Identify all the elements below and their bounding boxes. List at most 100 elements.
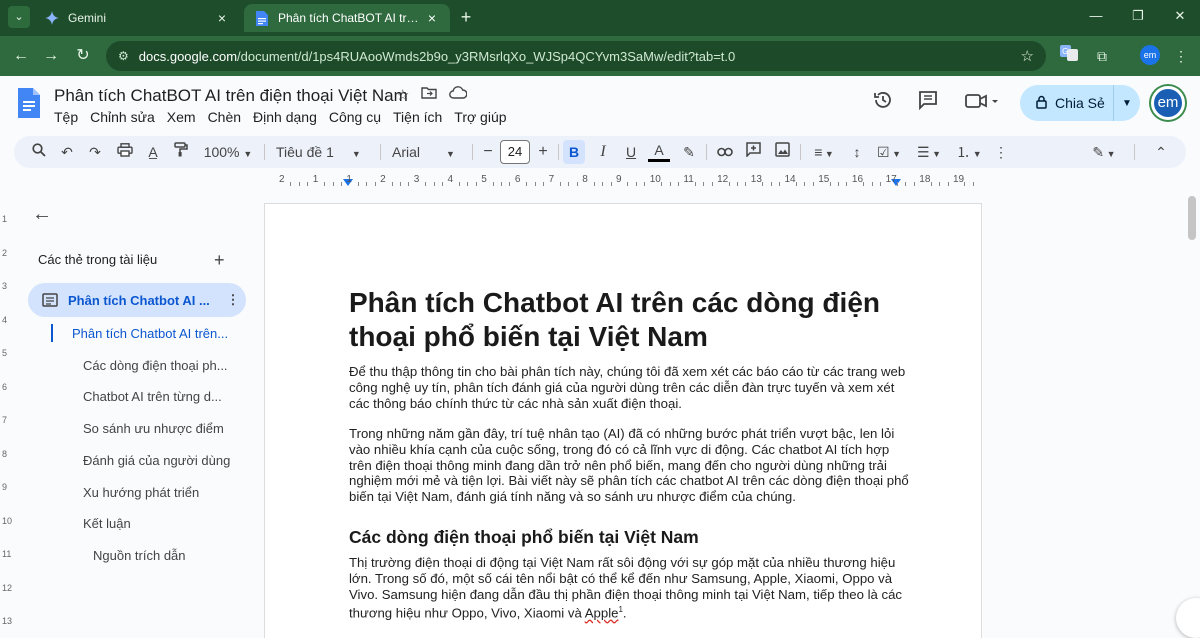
checklist-select[interactable]: ☑ ▼ bbox=[872, 140, 906, 164]
menu-extensions[interactable]: Tiện ích bbox=[393, 109, 442, 125]
ruler-tick bbox=[408, 182, 410, 186]
menu-edit[interactable]: Chỉnh sửa bbox=[90, 109, 155, 125]
ruler-tick bbox=[812, 182, 814, 186]
chevron-up-icon[interactable]: ⌃ bbox=[1150, 140, 1172, 164]
spell-check-icon[interactable]: A̲ bbox=[142, 140, 164, 164]
close-icon[interactable]: × bbox=[424, 10, 440, 26]
ruler-tick bbox=[694, 182, 696, 186]
reload-icon[interactable]: ↻ bbox=[72, 45, 94, 67]
menu-help[interactable]: Trợ giúp bbox=[454, 109, 506, 125]
ruler-tick bbox=[602, 182, 604, 186]
chevron-down-icon[interactable]: ▼ bbox=[1114, 98, 1140, 109]
italic-button[interactable]: I bbox=[592, 140, 614, 164]
scrollbar-thumb[interactable] bbox=[1188, 196, 1196, 240]
cloud-saved-icon[interactable] bbox=[449, 86, 468, 104]
tab-options-icon[interactable]: ⋮ bbox=[220, 292, 246, 308]
restore-icon[interactable]: ❐ bbox=[1118, 8, 1158, 24]
ruler-tick bbox=[736, 182, 738, 186]
paint-format-icon[interactable] bbox=[170, 140, 192, 164]
move-folder-icon[interactable] bbox=[421, 86, 438, 104]
google-docs-logo[interactable] bbox=[18, 88, 40, 118]
undo-icon[interactable]: ↶ bbox=[56, 140, 78, 164]
explore-button[interactable] bbox=[1176, 598, 1200, 638]
search-icon[interactable] bbox=[28, 140, 50, 164]
menu-view[interactable]: Xem bbox=[167, 109, 196, 125]
paragraph[interactable]: Để thu thập thông tin cho bài phân tích … bbox=[349, 364, 909, 411]
outline-item[interactable]: Chatbot AI trên từng d... bbox=[83, 389, 222, 404]
document-tab[interactable]: Phân tích Chatbot AI ... ⋮ bbox=[28, 283, 246, 317]
heading-2[interactable]: Các dòng điện thoại phổ biến tại Việt Na… bbox=[349, 527, 699, 548]
add-tab-icon[interactable]: + bbox=[214, 250, 225, 271]
meet-video-icon[interactable] bbox=[962, 90, 1002, 116]
outline-item[interactable]: Xu hướng phát triển bbox=[83, 485, 199, 500]
ruler-tick bbox=[399, 182, 401, 186]
font-size-input[interactable]: 24 bbox=[500, 140, 530, 164]
more-options-icon[interactable]: ⋮ bbox=[990, 140, 1012, 164]
profile-avatar[interactable]: em bbox=[1140, 45, 1160, 65]
bold-button[interactable]: B bbox=[563, 140, 585, 164]
share-button[interactable]: Chia Sẻ ▼ bbox=[1020, 85, 1140, 121]
underline-button[interactable]: U bbox=[620, 140, 642, 164]
horizontal-ruler[interactable]: 2 1 1 2 3 4 5 6 7 8 9 10 11 12 13 14 15 16 17 18 19 bbox=[264, 174, 984, 188]
bookmark-star-icon[interactable]: ☆ bbox=[1021, 47, 1034, 65]
paragraph[interactable]: Thị trường điện thoại di động tại Việt N… bbox=[349, 555, 909, 622]
menu-format[interactable]: Định dạng bbox=[253, 109, 317, 125]
document-page[interactable]: Phân tích Chatbot AI trên các dòng điện … bbox=[264, 203, 982, 638]
bulleted-list-select[interactable]: ☰ ▼ bbox=[912, 140, 946, 164]
document-title[interactable]: Phân tích ChatBOT AI trên điện thoại Việ… bbox=[54, 86, 408, 106]
menu-insert[interactable]: Chèn bbox=[208, 109, 241, 125]
ruler-tick bbox=[543, 182, 545, 186]
new-tab-button[interactable]: + bbox=[456, 7, 476, 28]
outline-item[interactable]: Các dòng điện thoại ph... bbox=[83, 358, 228, 373]
browser-tab-gemini[interactable]: Gemini × bbox=[34, 4, 240, 32]
menu-tools[interactable]: Công cụ bbox=[329, 109, 381, 125]
zoom-select[interactable]: 100% ▼ bbox=[200, 140, 256, 164]
paragraph[interactable]: Trong những năm gần đây, trí tuệ nhân tạ… bbox=[349, 426, 909, 505]
version-history-icon[interactable] bbox=[870, 90, 896, 116]
increase-font-size-button[interactable]: + bbox=[532, 140, 554, 164]
ruler-tick bbox=[829, 182, 831, 186]
forward-arrow-icon[interactable]: → bbox=[40, 45, 62, 67]
menu-file[interactable]: Tệp bbox=[54, 109, 78, 125]
ruler-tick bbox=[964, 182, 966, 186]
tab-search-menu-button[interactable]: ⌄ bbox=[8, 6, 30, 28]
translate-extension-icon[interactable]: G bbox=[1058, 45, 1080, 67]
outline-item[interactable]: Phân tích Chatbot AI trên... bbox=[72, 326, 228, 341]
print-icon[interactable] bbox=[114, 140, 136, 164]
outline-item[interactable]: Nguồn trích dẫn bbox=[93, 548, 186, 563]
account-avatar[interactable]: em bbox=[1151, 86, 1185, 120]
text-color-button[interactable]: A bbox=[648, 140, 670, 162]
back-arrow-icon[interactable]: ← bbox=[10, 45, 32, 67]
more-menu-icon[interactable]: ⋮ bbox=[1170, 45, 1192, 67]
outline-item[interactable]: Đánh giá của người dùng bbox=[83, 453, 230, 468]
close-window-icon[interactable]: ✕ bbox=[1160, 8, 1200, 24]
comments-icon[interactable] bbox=[915, 90, 941, 116]
insert-link-icon[interactable] bbox=[714, 140, 736, 164]
url-omnibox[interactable]: ⚙ docs.google.com/document/d/1ps4RUAooWm… bbox=[106, 41, 1046, 71]
minimize-icon[interactable]: — bbox=[1076, 8, 1116, 23]
star-icon[interactable]: ☆ bbox=[396, 86, 409, 104]
outline-item[interactable]: So sánh ưu nhược điểm bbox=[83, 421, 224, 436]
spelling-flagged-word[interactable]: Apple bbox=[585, 606, 619, 621]
browser-tab-docs[interactable]: Phân tích ChatBOT AI trên điện × bbox=[244, 4, 450, 32]
close-icon[interactable]: × bbox=[214, 10, 230, 26]
outline-item[interactable]: Kết luận bbox=[83, 516, 131, 531]
decrease-font-size-button[interactable]: − bbox=[477, 140, 499, 164]
paragraph-style-select[interactable]: Tiêu đề 1 ▼ bbox=[276, 140, 372, 164]
ruler-number: 1 bbox=[312, 174, 319, 185]
highlight-pen-icon[interactable]: ✎ bbox=[678, 140, 700, 164]
editing-mode-select[interactable]: ✎ ▼ bbox=[1086, 140, 1122, 164]
add-comment-icon[interactable] bbox=[742, 140, 764, 164]
line-spacing-icon[interactable]: ↕ bbox=[846, 140, 868, 164]
back-arrow-icon[interactable]: ← bbox=[32, 203, 52, 226]
ruler-tick bbox=[846, 182, 848, 186]
font-family-select[interactable]: Arial ▼ bbox=[392, 140, 464, 164]
extensions-puzzle-icon[interactable]: ⧉ bbox=[1091, 45, 1113, 67]
tab-title: Gemini bbox=[68, 11, 107, 25]
redo-icon[interactable]: ↷ bbox=[84, 140, 106, 164]
numbered-list-select[interactable]: ⒈ ▼ bbox=[952, 140, 986, 164]
align-select[interactable]: ≡ ▼ bbox=[807, 140, 841, 164]
site-info-icon[interactable]: ⚙ bbox=[118, 49, 129, 63]
heading-1[interactable]: Phân tích Chatbot AI trên các dòng điện … bbox=[349, 286, 909, 354]
insert-image-icon[interactable] bbox=[771, 140, 793, 164]
